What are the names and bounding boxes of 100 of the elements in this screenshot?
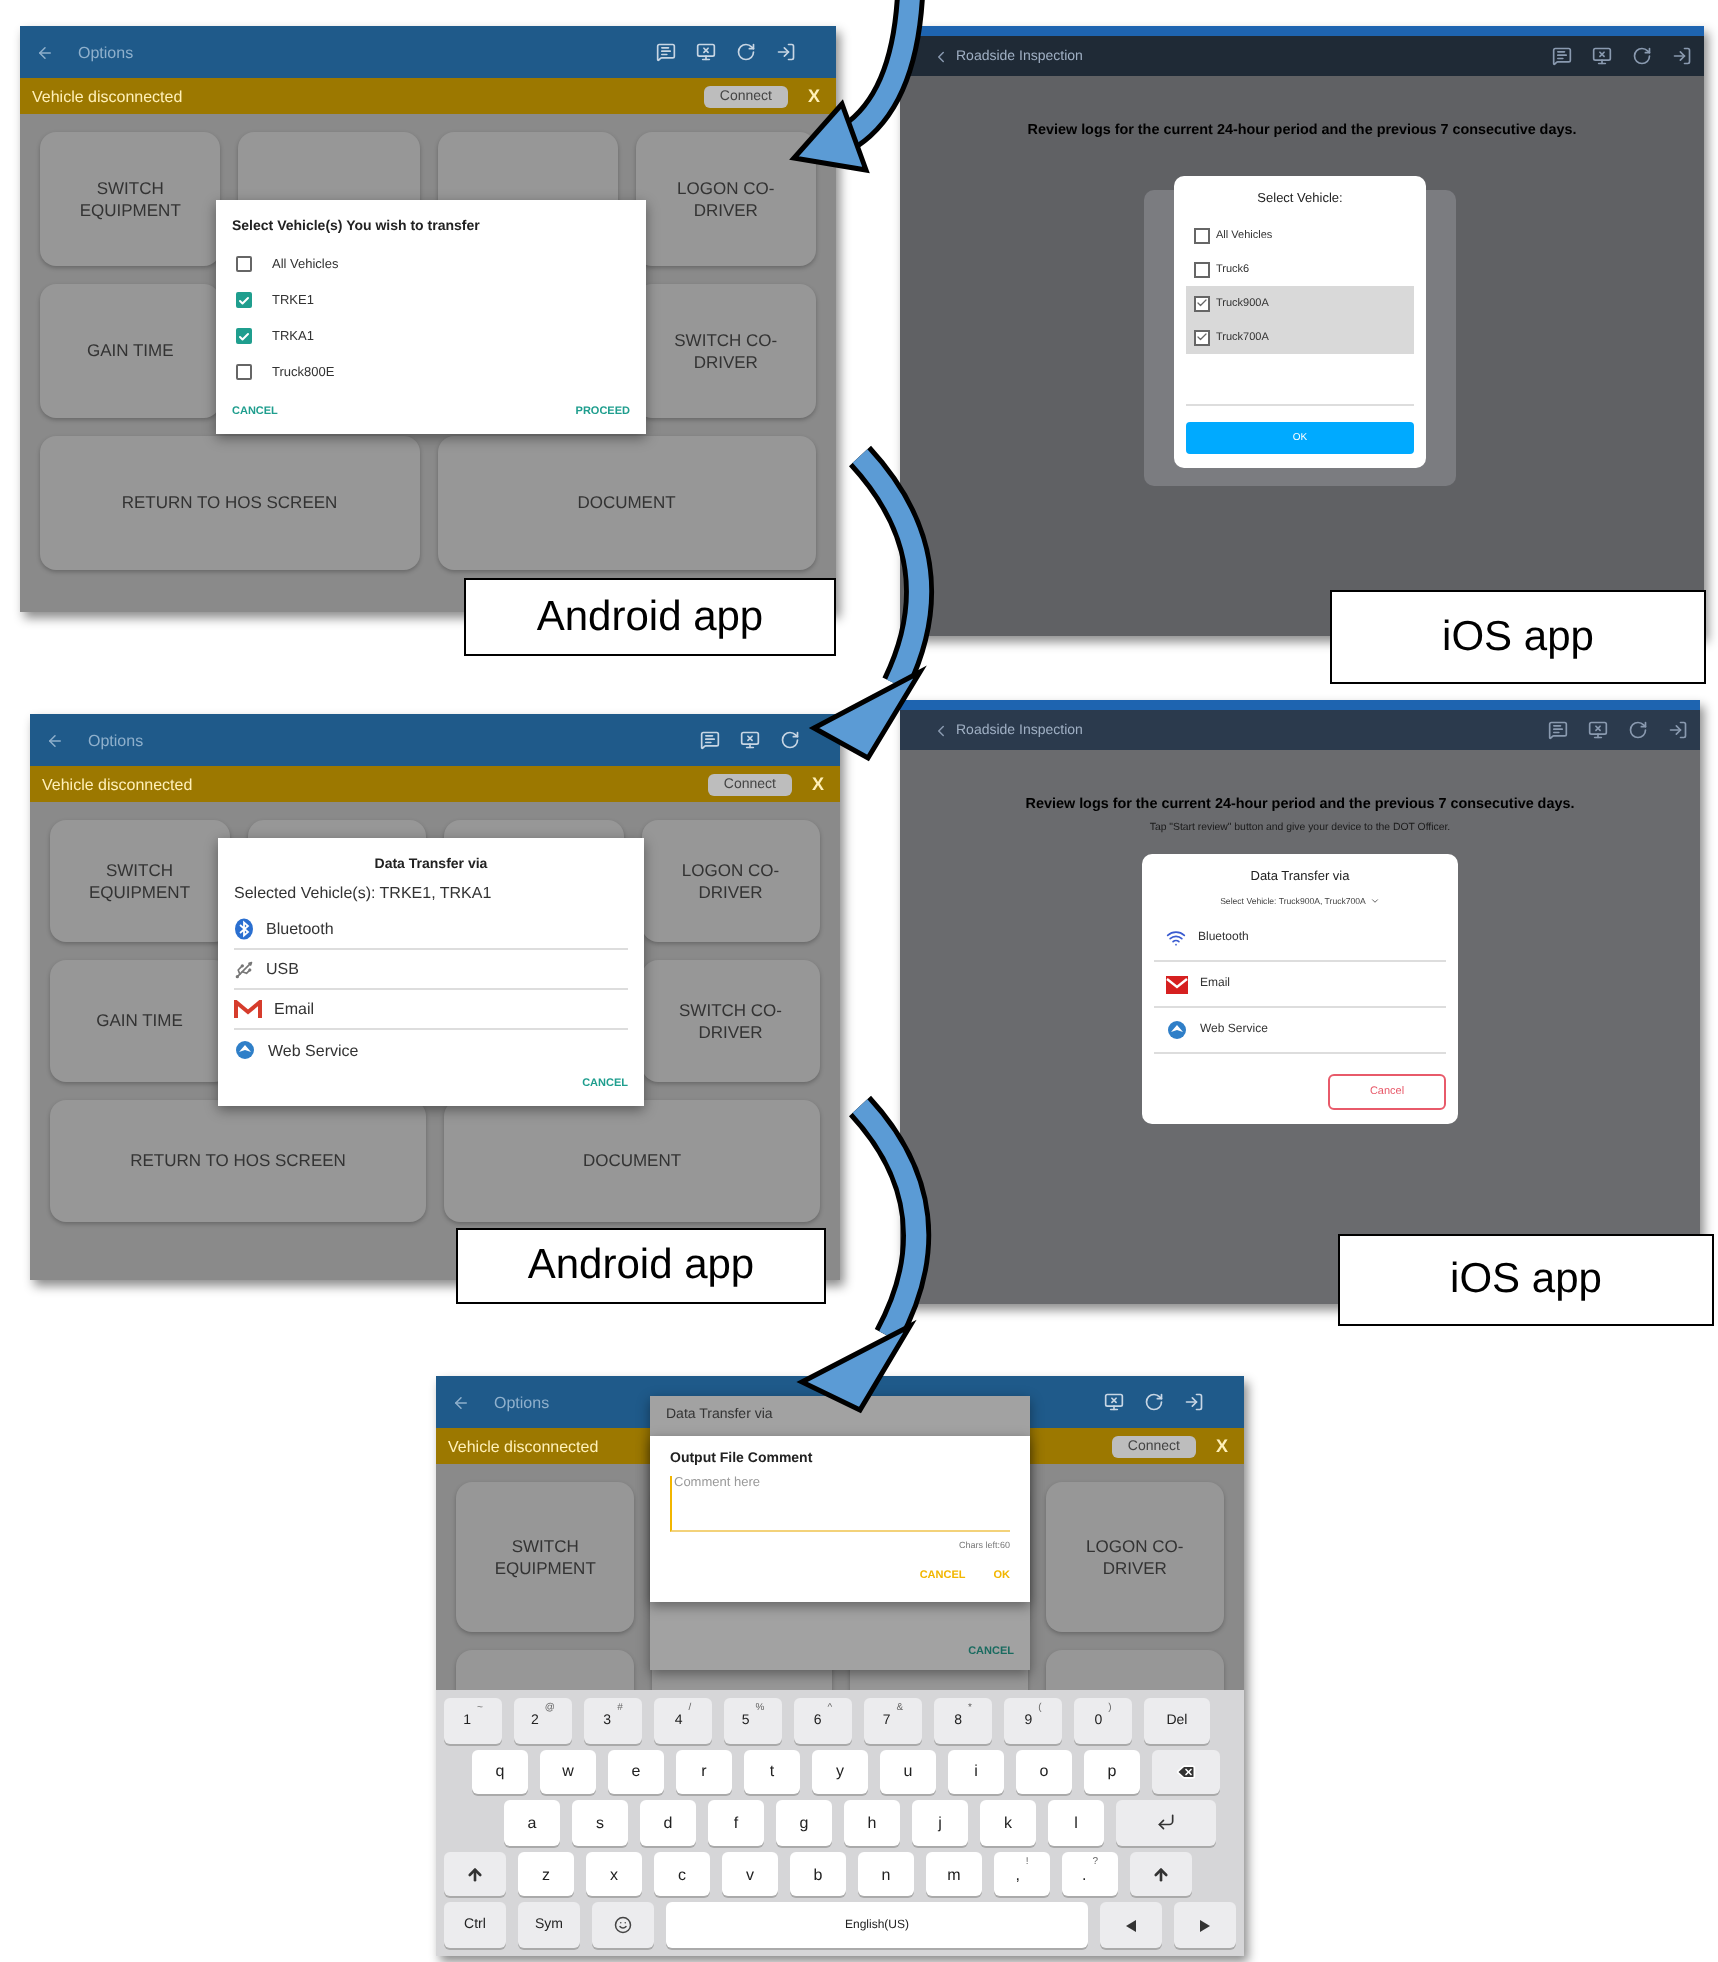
keyboard-key[interactable] [1152,1749,1220,1795]
keyboard-key[interactable]: g [776,1800,832,1846]
refresh-icon[interactable] [1144,1392,1164,1412]
keyboard-key[interactable]: v [722,1851,778,1897]
left-arrow-icon [1126,1919,1136,1932]
keyboard-key[interactable]: y [812,1749,868,1795]
caption: Android app [464,578,836,656]
chevron-down-icon [1369,896,1380,906]
refresh-icon[interactable] [780,730,800,750]
monitor-icon[interactable] [740,730,760,750]
menu-tile[interactable]: RETURN TO HOS SCREEN [40,436,419,570]
close-button[interactable]: X [807,774,828,794]
refresh-icon[interactable] [736,42,756,62]
screen-title: Options [494,1393,552,1411]
monitor-icon[interactable] [1104,1392,1124,1412]
checkbox[interactable] [236,328,252,344]
menu-tile[interactable]: LOGON CO-DRIVER [1045,1482,1224,1632]
transfer-option[interactable]: Web Service [234,1030,628,1070]
keyboard-key[interactable]: z [518,1851,574,1897]
keyboard-key[interactable]: q [472,1749,528,1795]
login-icon[interactable] [1672,46,1692,66]
option-label: Web Service [268,1041,359,1059]
keyboard-key[interactable]: f [708,1800,764,1846]
menu-tile[interactable]: SWITCH EQUIPMENT [456,1482,635,1632]
keyboard-key[interactable]: t [744,1749,800,1795]
keyboard-key[interactable]: o [1016,1749,1072,1795]
menu-tile[interactable]: SWITCH EQUIPMENT [50,820,229,942]
monitor-icon[interactable] [1592,46,1612,66]
screen-title: Options [88,731,146,749]
keyboard-key[interactable]: e [608,1749,664,1795]
keyboard-key[interactable]: i [948,1749,1004,1795]
transfer-option[interactable]: Email [234,990,628,1030]
keyboard-key[interactable]: k [980,1800,1036,1846]
screen-title: Options [78,43,136,61]
checkbox[interactable] [236,256,252,272]
message-icon[interactable] [1552,46,1572,66]
menu-tile[interactable]: DOCUMENT [444,1100,820,1222]
menu-tile[interactable]: LOGON CO-DRIVER [641,820,820,942]
keyboard-key[interactable]: p [1084,1749,1140,1795]
menu-tile[interactable]: SWITCH EQUIPMENT [40,132,221,266]
envelope-icon [1166,975,1188,993]
usb-icon [234,959,254,979]
keyboard-key[interactable]: h [844,1800,900,1846]
checkbox[interactable] [1194,261,1210,277]
banner-text: Vehicle disconnected [448,1437,601,1455]
keyboard-key[interactable]: x [586,1851,642,1897]
refresh-icon[interactable] [1632,46,1652,66]
back-icon[interactable] [36,43,54,61]
keyboard-key[interactable]: c [654,1851,710,1897]
wifi-icon [1166,928,1186,948]
login-icon[interactable] [1184,1392,1204,1412]
message-icon[interactable] [700,730,720,750]
menu-tile[interactable]: GAIN TIME [40,284,221,418]
refresh-icon[interactable] [1628,720,1648,740]
backspace-icon [1176,1761,1196,1782]
enter-icon [1156,1812,1176,1833]
keyboard-key[interactable]: a [504,1800,560,1846]
caption: iOS app [1330,590,1706,684]
monitor-icon[interactable] [1588,720,1608,740]
keyboard-key[interactable]: d [640,1800,696,1846]
keyboard-key[interactable]: j [912,1800,968,1846]
message-icon[interactable] [656,42,676,62]
transfer-option[interactable]: Bluetooth [234,910,628,950]
keyboard-key[interactable]: w [540,1749,596,1795]
keyboard-key[interactable]: r [676,1749,732,1795]
back-icon[interactable] [932,721,950,739]
checkbox[interactable] [236,292,252,308]
monitor-icon[interactable] [696,42,716,62]
checkbox[interactable] [1194,295,1210,311]
menu-tile[interactable]: DOCUMENT [437,436,816,570]
close-button[interactable]: X [803,86,824,106]
checkbox[interactable] [1194,227,1210,243]
close-button[interactable]: X [1211,1436,1232,1456]
back-icon[interactable] [452,1393,470,1411]
option-label: USB [266,960,299,978]
transfer-option[interactable]: USB [234,950,628,990]
keyboard-key[interactable]: l [1048,1800,1104,1846]
back-icon[interactable] [932,47,950,65]
checkbox[interactable] [236,364,252,380]
keyboard-key[interactable]: u [880,1749,936,1795]
menu-tile[interactable]: SWITCH CO-DRIVER [641,960,820,1082]
menu-tile[interactable]: RETURN TO HOS SCREEN [50,1100,426,1222]
menu-tile[interactable]: LOGON CO-DRIVER [635,132,816,266]
banner-text: Vehicle disconnected [42,775,195,793]
mail-icon [234,999,262,1019]
keyboard-key[interactable]: m [926,1851,982,1897]
login-icon[interactable] [1668,720,1688,740]
back-icon[interactable] [46,731,64,749]
caption: iOS app [1338,1234,1714,1326]
checkbox[interactable] [1194,329,1210,345]
keyboard-key[interactable]: n [858,1851,914,1897]
selected-vehicles: Selected Vehicle(s): TRKE1, TRKA1 [234,884,494,902]
keyboard-key[interactable]: b [790,1851,846,1897]
globe-icon [234,1039,256,1061]
shift-icon [466,1865,484,1884]
banner-text: Vehicle disconnected [32,87,185,105]
right-arrow-icon [1200,1919,1210,1932]
keyboard-key[interactable]: s [572,1800,628,1846]
login-icon[interactable] [776,42,796,62]
message-icon[interactable] [1548,720,1568,740]
